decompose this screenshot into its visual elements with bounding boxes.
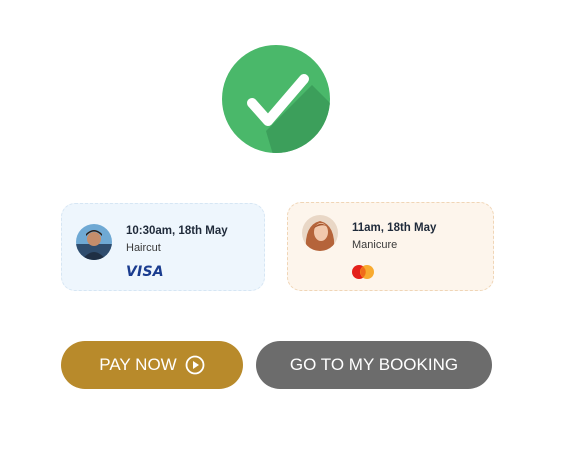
booking-time: 10:30am, 18th May bbox=[126, 225, 228, 237]
booking-service: Haircut bbox=[126, 242, 161, 254]
play-circle-icon bbox=[185, 355, 205, 375]
avatar-woman bbox=[302, 215, 338, 251]
booking-card-manicure[interactable]: 11am, 18th May Manicure bbox=[287, 202, 494, 291]
go-to-my-booking-button[interactable]: GO TO MY BOOKING bbox=[256, 341, 492, 389]
success-check-icon bbox=[222, 45, 330, 153]
booking-time: 11am, 18th May bbox=[352, 222, 437, 234]
visa-logo: VISA bbox=[126, 264, 164, 280]
pay-now-label: PAY NOW bbox=[99, 355, 177, 374]
avatar-man bbox=[76, 224, 112, 260]
go-to-my-booking-label: GO TO MY BOOKING bbox=[289, 355, 459, 374]
booking-service: Manicure bbox=[352, 239, 398, 251]
pay-now-button[interactable]: PAY NOW bbox=[61, 341, 243, 389]
mastercard-logo bbox=[352, 265, 374, 279]
booking-card-haircut[interactable]: 10:30am, 18th May Haircut VISA bbox=[61, 203, 265, 291]
